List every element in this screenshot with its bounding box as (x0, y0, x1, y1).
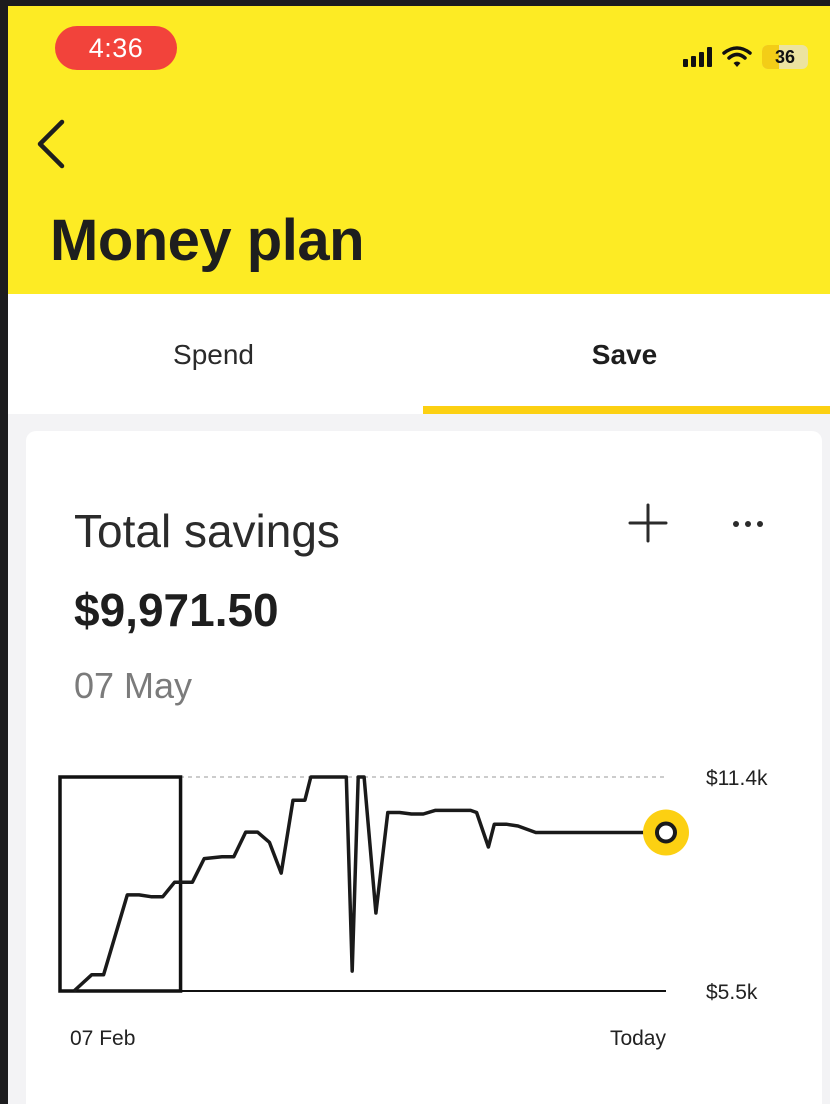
savings-chart[interactable]: $11.4k $5.5k 07 Feb Today (26, 761, 822, 1061)
more-horizontal-icon[interactable] (728, 509, 768, 539)
x-axis-start-label: 07 Feb (70, 1027, 135, 1050)
tab-bar: Spend Save (8, 294, 830, 414)
battery-level: 36 (774, 47, 796, 67)
cellular-signal-icon (683, 47, 712, 67)
app-header: 4:36 36 Money plan (8, 6, 830, 294)
phone-screen: 4:36 36 Money plan Spend Save Total savi (8, 6, 830, 1104)
card-title: Total savings (74, 505, 340, 557)
tab-spend[interactable]: Spend (8, 294, 419, 414)
status-time: 4:36 (55, 26, 177, 70)
savings-amount: $9,971.50 (74, 584, 279, 636)
y-axis-min-label: $5.5k (706, 981, 758, 1004)
wifi-icon (722, 46, 752, 67)
chart-end-marker[interactable] (655, 821, 677, 844)
battery-icon: 36 (762, 45, 808, 69)
total-savings-card: Total savings $9,971.50 07 May $11.4k $5… (26, 431, 822, 1104)
savings-date: 07 May (74, 665, 193, 706)
tab-save[interactable]: Save (419, 294, 830, 414)
chart-selection-range[interactable] (58, 775, 183, 993)
chart-series-line (72, 775, 666, 993)
chevron-left-icon[interactable] (34, 118, 68, 170)
active-tab-indicator (423, 406, 830, 414)
page-title: Money plan (50, 208, 365, 273)
plus-icon[interactable] (626, 501, 670, 545)
x-axis-end-label: Today (610, 1027, 667, 1050)
y-axis-max-label: $11.4k (706, 767, 768, 790)
status-icons: 36 (683, 44, 808, 70)
